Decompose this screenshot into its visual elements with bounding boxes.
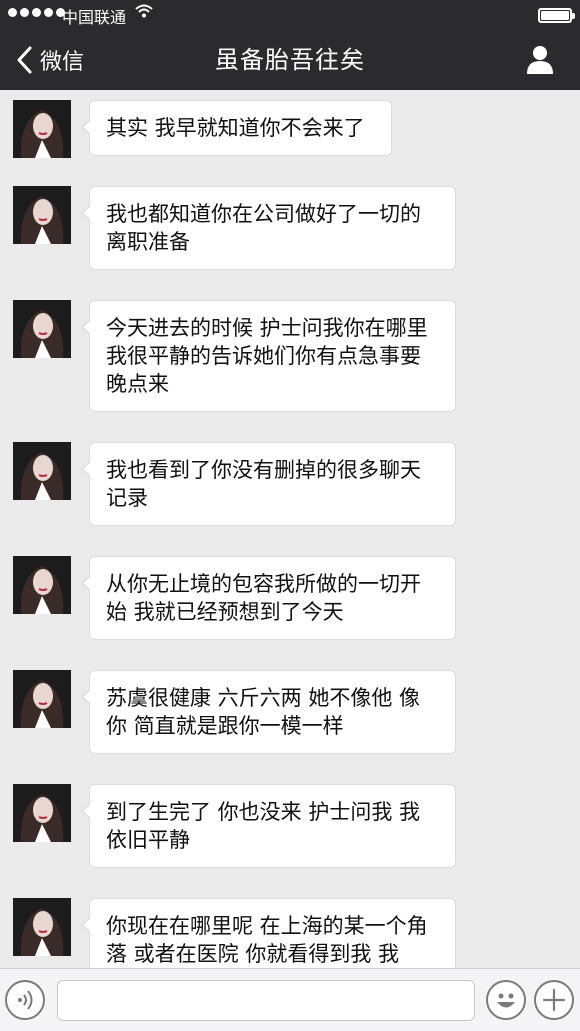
carrier-label: 中国联通 [62,8,127,27]
wifi-icon [134,3,154,23]
nav-bar: 微信 虽备胎吾往矣 [0,30,580,90]
message-bubble: 今天进去的时候 护士问我你在哪里 我很平静的告诉她们你有点急事要晚点来 [81,300,456,412]
avatar[interactable] [13,556,71,614]
message-input[interactable] [57,980,475,1021]
avatar[interactable] [13,670,71,728]
avatar[interactable] [13,898,71,956]
message-bubble: 从你无止境的包容我所做的一切开始 我就已经预想到了今天 [81,556,456,640]
voice-button[interactable] [5,980,45,1020]
input-toolbar [0,968,580,1031]
plus-icon [542,988,566,1012]
avatar[interactable] [13,100,71,158]
status-bar: 中国联通 [0,0,580,30]
message-bubble: 我也看到了你没有删掉的很多聊天记录 [81,442,456,526]
battery-icon [538,8,575,23]
top-header: 中国联通 微信 虽备胎吾往矣 [0,0,580,90]
person-icon[interactable] [526,44,554,74]
avatar[interactable] [13,442,71,500]
message-bubble: 到了生完了 你也没来 护士问我 我依旧平静 [81,784,456,868]
emoji-icon [497,993,515,1008]
avatar[interactable] [13,300,71,358]
voice-icon [18,990,33,1010]
message-bubble: 苏虞很健康 六斤六两 她不像他 像你 简直就是跟你一模一样 [81,670,456,754]
chat-area[interactable]: 其实 我早就知道你不会来了 我也都知道你在公司做好了一切的离职准备 今天进去的时… [0,90,580,968]
message-bubble: 其实 我早就知道你不会来了 [81,100,392,156]
emoji-button[interactable] [486,980,526,1020]
avatar[interactable] [13,784,71,842]
message-bubble: 我也都知道你在公司做好了一切的离职准备 [81,186,456,270]
signal-icon [8,8,65,17]
message-bubble: 你现在在哪里呢 在上海的某一个角落 或者在医院 你就看得到我 我 [81,898,456,968]
chat-title: 虽备胎吾往矣 [215,46,365,74]
plus-button[interactable] [534,980,574,1020]
avatar[interactable] [13,186,71,244]
